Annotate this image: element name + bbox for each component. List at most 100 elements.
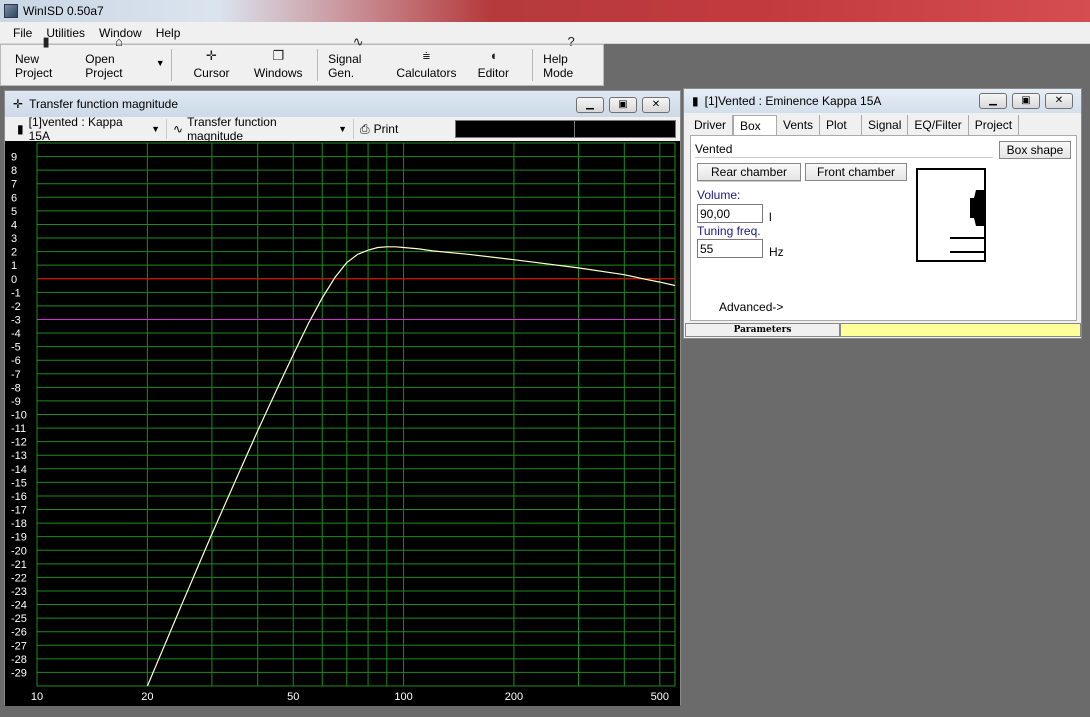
chevron-down-icon: ▼ [338,124,347,134]
y-tick-label: -9 [11,396,21,408]
y-tick-label: -17 [11,505,27,517]
transfer-function-chart[interactable]: 9876543210-1-2-3-4-5-6-7-8-9-10-11-12-13… [5,141,680,706]
transfer-function-window: ✛ Transfer function magnitude ▁ ▣ ✕ ▮ [1… [4,90,681,706]
toolbar-separator [532,49,534,81]
tab-project[interactable]: Project [969,115,1020,135]
box-diagram-drawing [950,170,984,260]
toolbar-separator [170,49,172,81]
tab-plot[interactable]: Plot [820,115,863,135]
chart-toolbar: ▮ [1]vented : Kappa 15A ▼ ∿ Transfer fun… [11,115,676,143]
chart-window-title: Transfer function magnitude [29,97,179,111]
print-button[interactable]: ⎙ Print [354,119,404,139]
y-tick-label: -12 [11,437,27,449]
tab-box[interactable]: Box [733,115,777,135]
minimize-button[interactable]: ▁ [576,97,604,113]
sine-wave-icon: ∿ [173,122,184,136]
y-tick-label: 9 [11,152,17,164]
y-tick-label: 1 [11,260,17,272]
status-parameters: Parameters [685,323,840,337]
y-tick-label: -22 [11,572,27,584]
tab-vents[interactable]: Vents [777,115,821,135]
y-tick-label: -23 [11,586,27,598]
crosshair-icon: ✛ [13,97,24,111]
question-icon: ? [567,34,575,49]
y-tick-label: -19 [11,532,27,544]
minimize-button[interactable]: ▁ [979,93,1007,109]
y-tick-label: 2 [11,247,17,259]
y-tick-label: -13 [11,450,27,462]
maximize-button[interactable]: ▣ [609,97,637,113]
rear-chamber-group: Volume: l Tuning freq. Hz Advanced-> [697,181,801,316]
box-tab-panel: Vented Box shape Rear chamber Front cham… [690,135,1077,321]
tuning-freq-label: Tuning freq. [697,224,761,238]
box-window-title: [1]Vented : Eminence Kappa 15A [704,94,882,108]
new-project-button[interactable]: ▮ New Project [11,35,81,85]
y-tick-label: 3 [11,233,17,245]
app-icon [4,4,18,18]
maximize-button[interactable]: ▣ [1012,93,1040,109]
sine-wave-icon: ∿ [352,34,364,49]
y-tick-label: -28 [11,654,27,666]
rear-chamber-button[interactable]: Rear chamber [697,163,801,181]
front-chamber-button[interactable]: Front chamber [805,163,907,181]
y-tick-label: -1 [11,287,21,299]
plot-area[interactable]: 9 8 7 6 5 4 3 2 1 0 -1 -2 -3 -4 -5 -6 -7 -8 -9 -10 -11 -12 -13… [5,141,680,706]
y-tick-label: -11 [11,423,26,435]
y-tick-label: -5 [11,342,21,354]
tab-driver[interactable]: Driver [688,115,733,135]
tuning-freq-input[interactable] [697,239,763,258]
windows-icon: ❐ [272,48,285,63]
printer-icon: ⎙ [360,121,370,136]
y-tick-label: 7 [11,179,17,191]
x-tick-label: 10 [31,691,43,703]
readout-box-1 [455,120,575,138]
x-tick-label: 50 [287,691,299,703]
y-tick-label: -4 [11,328,21,340]
status-message [840,323,1081,337]
speaker-icon: ◖ [489,48,498,63]
readout-box-2 [574,120,676,138]
volume-input[interactable] [697,204,763,223]
menu-utilities[interactable]: Utilities [43,26,88,40]
windows-button[interactable]: ❐ Windows [245,45,311,85]
window-controls: ▁ ▣ ✕ [979,93,1073,109]
app-title-bar: WinISD 0.50a7 [0,0,1090,22]
menu-bar: File Utilities Window Help [0,22,1090,44]
help-mode-button[interactable]: ? Help Mode [539,35,603,85]
calculators-button[interactable]: ⩧ Calculators [392,45,460,85]
close-button[interactable]: ✕ [642,97,670,113]
calculator-icon: ⩧ [422,48,431,63]
advanced-button[interactable]: Advanced-> [719,300,783,314]
close-button[interactable]: ✕ [1045,93,1073,109]
open-project-button[interactable]: ⌂ Open Project ▼ [81,35,164,85]
y-tick-label: 5 [11,206,17,218]
tab-eq-filter[interactable]: EQ/Filter [908,115,969,135]
y-tick-label: -8 [11,382,21,394]
chart-window-title-bar[interactable]: ✛ Transfer function magnitude ▁ ▣ ✕ [5,91,680,117]
signal-gen-button[interactable]: ∿ Signal Gen. [324,35,392,85]
y-tick-label: 6 [11,192,17,204]
project-select[interactable]: ▮ [1]vented : Kappa 15A ▼ [11,115,167,143]
toolbar-separator [317,49,319,81]
y-tick-label: 8 [11,165,17,177]
editor-button[interactable]: ◖ Editor [460,45,526,85]
volume-label: Volume: [697,188,741,202]
box-shape-button[interactable]: Box shape [999,141,1071,159]
window-controls: ▁ ▣ ✕ [576,97,670,113]
box-window-title-bar[interactable]: ▮ [1]Vented : Eminence Kappa 15A ▁ ▣ ✕ [684,89,1081,113]
y-tick-label: -6 [11,355,21,367]
menu-file[interactable]: File [10,26,35,40]
graph-type-select[interactable]: ∿ Transfer function magnitude ▼ [167,115,354,143]
y-tick-label: 4 [11,219,17,231]
box-diagram [916,168,986,262]
menu-help[interactable]: Help [153,26,184,40]
y-tick-label: -7 [11,369,21,381]
y-tick-label: -2 [11,301,21,313]
chevron-down-icon[interactable]: ▼ [156,58,165,68]
x-tick-label: 500 [651,691,669,703]
cursor-button[interactable]: ✛ Cursor [178,45,246,85]
y-tick-label: -10 [11,410,27,422]
y-tick-label: -16 [11,491,27,503]
enclosure-type-field[interactable]: Vented [695,142,993,158]
tab-signal[interactable]: Signal [862,115,909,135]
